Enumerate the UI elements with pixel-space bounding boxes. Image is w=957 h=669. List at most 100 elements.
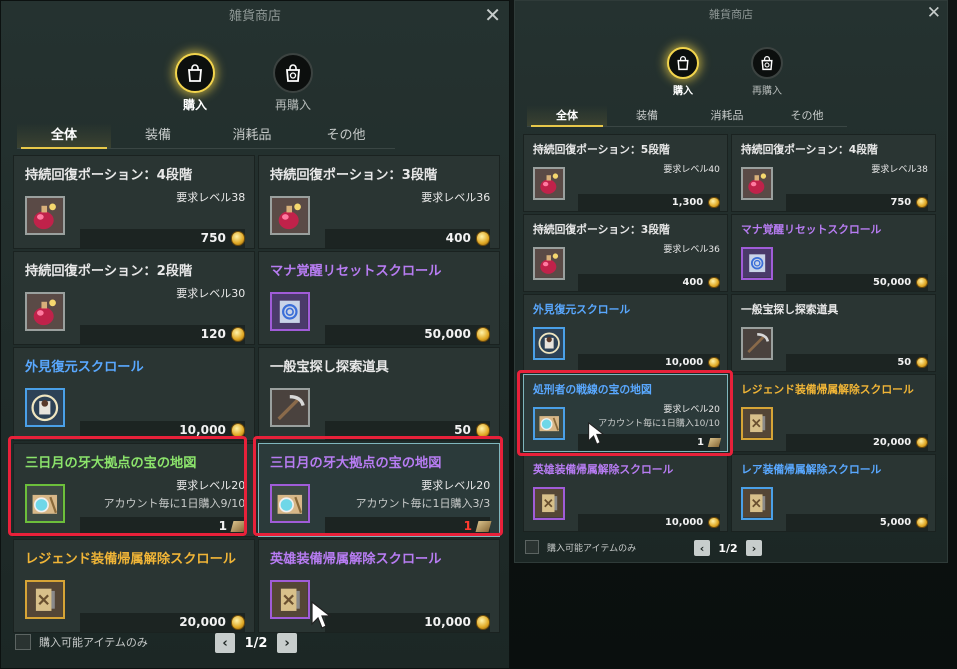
shop-item-card[interactable]: レア装備帰属解除スクロール 5,000 xyxy=(731,454,936,532)
shop-item-card[interactable]: 持続回復ポーション：3段階 要求レベル36 400 xyxy=(523,214,728,292)
item-price: 1 xyxy=(218,519,228,534)
shop-item-card[interactable]: 英雄装備帰属解除スクロール 10,000 xyxy=(523,454,728,532)
shop-window-right: 雑貨商店 ✕ 購入 再購入 全体 装備 消耗品 その他 持続回復ポーション：5段… xyxy=(514,0,948,563)
potion-icon xyxy=(270,195,310,236)
tab-consumables[interactable]: 消耗品 xyxy=(205,123,299,148)
gold-coin-icon xyxy=(708,276,720,289)
item-name: 持続回復ポーション：2段階 xyxy=(25,263,193,279)
price-bar: 50,000 xyxy=(786,274,928,291)
item-price: 20,000 xyxy=(873,436,912,448)
shop-item-card[interactable]: 外見復元スクロール 10,000 xyxy=(523,294,728,372)
item-price: 50 xyxy=(454,423,471,438)
required-level: 要求レベル20 xyxy=(176,479,246,492)
ticket-currency-icon xyxy=(707,437,722,447)
shop-item-card[interactable]: 英雄装備帰属解除スクロール 10,000 xyxy=(258,539,500,633)
tab-other[interactable]: その他 xyxy=(767,105,847,126)
price-bar: 20,000 xyxy=(786,434,928,451)
close-icon[interactable]: ✕ xyxy=(927,3,941,23)
tab-equipment[interactable]: 装備 xyxy=(607,105,687,126)
gold-coin-icon xyxy=(916,196,928,209)
tab-all[interactable]: 全体 xyxy=(527,105,607,127)
filter-row: 購入可能アイテムのみ xyxy=(525,540,636,554)
mode-buyback[interactable]: 再購入 xyxy=(751,47,783,97)
mode-buyback-label: 再購入 xyxy=(752,86,782,97)
price-bar: 20,000 xyxy=(80,612,246,633)
shop-item-card[interactable]: 三日月の牙大拠点の宝の地図 要求レベル20 アカウント毎に1日購入3/3 1 xyxy=(258,443,500,537)
item-name: 持続回復ポーション：3段階 xyxy=(533,223,670,237)
mouse-cursor-icon xyxy=(588,421,605,445)
shop-item-card[interactable]: 処刑者の戦線の宝の地図 要求レベル20 アカウント毎に1日購入10/10 1 xyxy=(523,374,728,452)
price-bar: 750 xyxy=(80,228,246,249)
gold-coin-icon xyxy=(708,516,720,529)
price-bar: 400 xyxy=(578,274,720,291)
window-title: 雑貨商店 xyxy=(709,8,753,21)
price-bar: 10,000 xyxy=(325,612,491,633)
item-name: レア装備帰属解除スクロール xyxy=(741,463,882,477)
unbind-scroll-icon xyxy=(741,487,774,520)
item-price: 400 xyxy=(682,276,704,288)
tab-all[interactable]: 全体 xyxy=(17,123,111,149)
item-price: 750 xyxy=(890,196,912,208)
filter-row: 購入可能アイテムのみ xyxy=(15,634,148,650)
shop-item-card[interactable]: 持続回復ポーション：4段階 要求レベル38 750 xyxy=(731,134,936,212)
tab-consumables[interactable]: 消耗品 xyxy=(687,105,767,126)
mode-buyback[interactable]: 再購入 xyxy=(273,53,313,113)
required-level: 要求レベル36 xyxy=(421,191,491,204)
category-tabs: 全体 装備 消耗品 その他 xyxy=(527,105,847,127)
shop-item-card[interactable]: マナ覚醒リセットスクロール 50,000 xyxy=(258,251,500,345)
item-price: 10,000 xyxy=(179,423,226,438)
mode-switch: 購入 再購入 xyxy=(667,47,783,97)
item-name: 持続回復ポーション：3段階 xyxy=(270,167,438,183)
price-bar: 120 xyxy=(80,324,246,345)
shop-item-card[interactable]: マナ覚醒リセットスクロール 50,000 xyxy=(731,214,936,292)
filter-checkbox[interactable] xyxy=(525,540,539,554)
close-icon[interactable]: ✕ xyxy=(484,3,501,27)
page-indicator: 1/2 xyxy=(244,635,268,651)
prev-page-button[interactable]: ‹ xyxy=(694,540,710,556)
tab-other[interactable]: その他 xyxy=(299,123,393,148)
item-name: マナ覚醒リセットスクロール xyxy=(270,263,442,279)
item-price: 1 xyxy=(463,519,473,534)
shop-item-card[interactable]: 一般宝探し探索道具 50 xyxy=(731,294,936,372)
item-price: 50,000 xyxy=(424,327,471,342)
page-indicator: 1/2 xyxy=(718,541,738,555)
item-price: 10,000 xyxy=(424,615,471,630)
pickaxe-icon xyxy=(270,387,310,428)
mode-buy[interactable]: 購入 xyxy=(175,53,215,113)
treasure-map-icon xyxy=(25,483,65,524)
shop-item-card[interactable]: 一般宝探し探索道具 50 xyxy=(258,347,500,441)
shop-item-card[interactable]: 持続回復ポーション：3段階 要求レベル36 400 xyxy=(258,155,500,249)
item-grid: 持続回復ポーション：5段階 要求レベル40 1,300 持続回復ポーション：4段階 要求… xyxy=(523,134,936,532)
potion-icon xyxy=(25,195,65,236)
unbind-scroll-icon xyxy=(741,407,774,440)
shop-item-card[interactable]: 外見復元スクロール 10,000 xyxy=(13,347,255,441)
gold-coin-icon xyxy=(708,356,720,369)
next-page-button[interactable]: › xyxy=(746,540,762,556)
price-bar: 1 xyxy=(80,516,247,537)
shop-item-card[interactable]: 持続回復ポーション：2段階 要求レベル30 120 xyxy=(13,251,255,345)
gold-coin-icon xyxy=(916,516,928,529)
filter-checkbox[interactable] xyxy=(15,634,31,650)
item-name: 三日月の牙大拠点の宝の地図 xyxy=(270,455,442,471)
prev-page-button[interactable]: ‹ xyxy=(215,633,235,653)
shopping-bag-icon xyxy=(667,47,699,79)
shop-item-card[interactable]: 持続回復ポーション：4段階 要求レベル38 750 xyxy=(13,155,255,249)
gold-coin-icon xyxy=(475,423,491,438)
tab-equipment[interactable]: 装備 xyxy=(111,123,205,148)
gold-coin-icon xyxy=(916,276,928,289)
shop-item-card[interactable]: 三日月の牙大拠点の宝の地図 要求レベル20 アカウント毎に1日購入9/10 1 xyxy=(13,443,255,537)
shop-item-card[interactable]: 持続回復ポーション：5段階 要求レベル40 1,300 xyxy=(523,134,728,212)
mode-buy[interactable]: 購入 xyxy=(667,47,699,97)
price-bar: 50 xyxy=(786,354,928,371)
next-page-button[interactable]: › xyxy=(277,633,297,653)
daily-purchase-limit: アカウント毎に1日購入9/10 xyxy=(103,496,246,510)
price-bar: 1,300 xyxy=(578,194,720,211)
window-title: 雑貨商店 xyxy=(228,9,281,24)
mode-buy-label: 購入 xyxy=(673,86,693,97)
item-price: 1,300 xyxy=(671,196,704,208)
buyback-bag-icon xyxy=(273,53,313,93)
shop-item-card[interactable]: レジェンド装備帰属解除スクロール 20,000 xyxy=(731,374,936,452)
item-price: 5,000 xyxy=(879,516,912,528)
shop-item-card[interactable]: レジェンド装備帰属解除スクロール 20,000 xyxy=(13,539,255,633)
gold-coin-icon xyxy=(708,196,720,209)
